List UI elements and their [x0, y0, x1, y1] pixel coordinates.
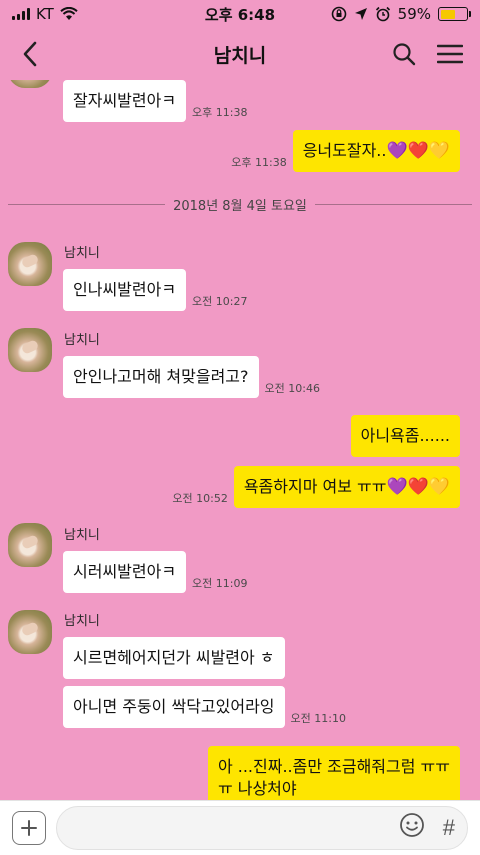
hashtag-button[interactable]: # [443, 815, 455, 841]
status-left: KT [12, 5, 78, 23]
chat-header: 남치니 [0, 28, 480, 80]
hamburger-menu-icon [437, 44, 463, 64]
status-bar: KT 오후 6:48 59% [0, 0, 480, 28]
menu-button[interactable] [432, 36, 468, 72]
message-text: 응너도잘자.. [302, 141, 387, 160]
date-separator-label: 2018년 8월 4일 토요일 [173, 199, 307, 214]
sender-name: 남치니 [64, 333, 100, 348]
message-input-box[interactable]: # [56, 806, 468, 850]
chat-area[interactable]: 잘자씨발련아ㅋ 오후 11:38 오후 11:38 응너도잘자..💜❤️💛 20… [0, 80, 480, 800]
message-bubble[interactable]: 인나씨발련아ㅋ [63, 269, 187, 311]
message-row-incoming: 안인나고머해 쳐맞을려고? 오전 10:46 [63, 356, 326, 398]
battery-percent: 59% [397, 5, 431, 23]
alarm-icon [375, 6, 390, 22]
rotation-lock-icon [331, 6, 346, 22]
status-right: 59% [331, 5, 471, 23]
message-bubble[interactable]: 응너도잘자..💜❤️💛 [292, 130, 460, 172]
message-row-incoming: 아니면 주둥이 싹닥고있어라잉 오전 11:10 [63, 686, 352, 728]
avatar[interactable] [8, 242, 52, 286]
emoji-icon [399, 813, 424, 837]
chevron-left-icon [23, 41, 37, 67]
yellow-heart-icon: 💛 [428, 141, 450, 161]
message-row-outgoing: 오후 11:38 응너도잘자..💜❤️💛 [225, 130, 460, 172]
carrier-label: KT [36, 5, 54, 23]
attach-button[interactable] [12, 811, 46, 845]
avatar[interactable] [8, 523, 52, 567]
date-separator: 2018년 8월 4일 토요일 [8, 195, 472, 214]
signal-icon [12, 8, 30, 20]
hashtag-icon: # [442, 815, 455, 840]
sender-name: 남치니 [64, 614, 100, 629]
message-time: 오전 11:10 [290, 712, 346, 725]
emoji-button[interactable] [399, 812, 425, 844]
battery-icon [438, 7, 471, 21]
message-row-incoming: 인나씨발련아ㅋ 오전 10:27 [63, 269, 253, 311]
message-time: 오후 11:38 [192, 106, 248, 119]
message-time: 오전 10:46 [264, 382, 320, 395]
location-icon [354, 8, 367, 20]
message-row-incoming: 시르면헤어지던가 씨발련아 ㅎ [63, 637, 285, 679]
message-time: 오전 10:52 [172, 492, 228, 505]
yellow-heart-icon: 💛 [428, 477, 450, 497]
battery-fill [440, 9, 456, 19]
message-bubble[interactable]: 시르면헤어지던가 씨발련아 ㅎ [63, 637, 285, 679]
purple-heart-icon: 💜 [386, 477, 408, 497]
back-button[interactable] [12, 36, 48, 72]
message-row-incoming: 시러씨발련아ㅋ 오전 11:09 [63, 551, 253, 593]
message-row-incoming: 잘자씨발련아ㅋ 오후 11:38 [63, 80, 253, 122]
sender-name: 남치니 [64, 528, 100, 543]
message-text: ㅠ 나상처야 [217, 779, 297, 798]
avatar[interactable] [8, 80, 52, 88]
avatar[interactable] [8, 328, 52, 372]
message-time: 오전 11:09 [192, 577, 248, 590]
message-input-bar: # [0, 800, 480, 855]
wifi-icon [60, 7, 78, 20]
message-row-outgoing: 오전 10:52 욕좀하지마 여보 ㅠㅠ💜❤️💛 [166, 466, 460, 508]
message-input[interactable] [69, 819, 381, 837]
message-row-outgoing: 아니욕좀...... [350, 415, 460, 457]
red-heart-icon: ❤️ [407, 477, 429, 497]
sender-name: 남치니 [64, 246, 100, 261]
message-bubble[interactable]: 아니면 주둥이 싹닥고있어라잉 [63, 686, 285, 728]
search-button[interactable] [386, 36, 422, 72]
message-time: 오후 11:38 [231, 156, 287, 169]
message-text: 아 ...진짜..좀만 조금해줘그럼 ㅠㅠ [217, 757, 450, 776]
message-time: 오전 10:27 [192, 295, 248, 308]
message-bubble[interactable]: 안인나고머해 쳐맞을려고? [63, 356, 259, 398]
plus-icon [21, 820, 37, 836]
message-bubble[interactable]: 아니욕좀...... [350, 415, 460, 457]
search-icon [393, 43, 416, 66]
message-text: 욕좀하지마 여보 ㅠㅠ [243, 477, 387, 496]
message-bubble[interactable]: 시러씨발련아ㅋ [63, 551, 187, 593]
message-bubble[interactable]: 잘자씨발련아ㅋ [63, 80, 187, 122]
message-row-outgoing: 아 ...진짜..좀만 조금해줘그럼 ㅠㅠ ㅠ 나상처야 [207, 746, 460, 800]
avatar[interactable] [8, 610, 52, 654]
message-bubble[interactable]: 욕좀하지마 여보 ㅠㅠ💜❤️💛 [233, 466, 460, 508]
red-heart-icon: ❤️ [407, 141, 429, 161]
message-bubble[interactable]: 아 ...진짜..좀만 조금해줘그럼 ㅠㅠ ㅠ 나상처야 [207, 746, 460, 800]
purple-heart-icon: 💜 [386, 141, 408, 161]
